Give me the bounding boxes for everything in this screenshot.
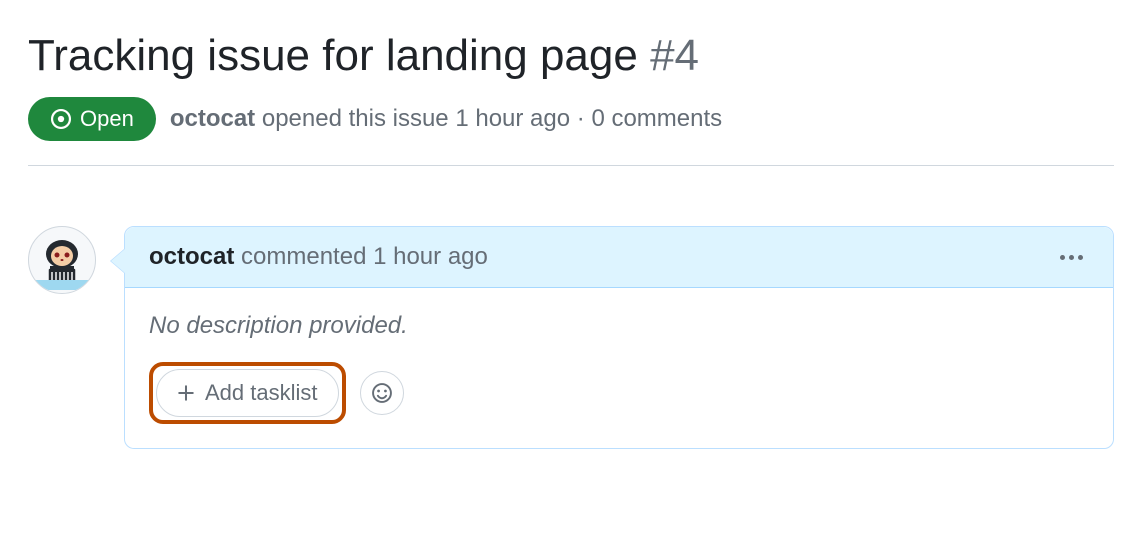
comment-box: octocat commented 1 hour ago No descript… [124, 226, 1114, 449]
comment-body: No description provided. Add tasklist [125, 288, 1113, 448]
issue-meta-text: octocat opened this issue 1 hour ago · 0… [170, 105, 722, 133]
status-badge-open: Open [28, 97, 156, 141]
comment-header: octocat commented 1 hour ago [125, 227, 1113, 288]
add-tasklist-label: Add tasklist [205, 380, 318, 406]
octocat-avatar-icon [32, 230, 92, 290]
issue-title-text: Tracking issue for landing page [28, 31, 638, 80]
issue-author-link[interactable]: octocat [170, 105, 255, 132]
issue-title: Tracking issue for landing page #4 [28, 28, 1114, 83]
avatar[interactable] [28, 226, 96, 294]
highlight-annotation: Add tasklist [149, 362, 346, 424]
no-description-text: No description provided. [149, 312, 1089, 340]
issue-opened-time[interactable]: 1 hour ago [455, 105, 570, 132]
status-label: Open [80, 106, 134, 132]
issue-number: #4 [650, 31, 699, 80]
add-tasklist-button[interactable]: Add tasklist [156, 369, 339, 417]
add-reaction-button[interactable] [360, 371, 404, 415]
kebab-menu-icon[interactable] [1054, 249, 1089, 266]
comments-count: 0 comments [591, 105, 722, 132]
issue-meta-row: Open octocat opened this issue 1 hour ag… [28, 97, 1114, 166]
comment-author-link[interactable]: octocat [149, 243, 234, 270]
comment-time[interactable]: 1 hour ago [373, 243, 488, 270]
comment-header-text: octocat commented 1 hour ago [149, 243, 488, 271]
smiley-icon [371, 382, 393, 404]
comment-action-row: Add tasklist [149, 362, 1089, 424]
issue-open-icon [50, 108, 72, 130]
timeline: octocat commented 1 hour ago No descript… [28, 226, 1114, 449]
plus-icon [177, 384, 195, 402]
